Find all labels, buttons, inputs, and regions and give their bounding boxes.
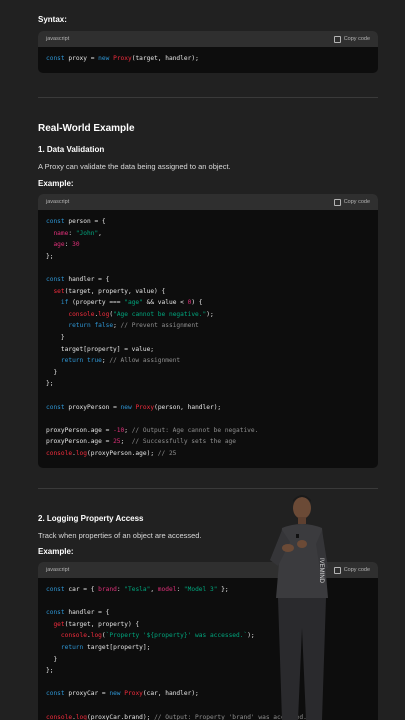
code-line: proxyPerson.age = -10; // Output: Age ca… (46, 426, 259, 434)
code-line: return false; // Prevent assignment (68, 322, 199, 330)
code-line: return true; // Allow assignment (60, 357, 181, 365)
divider (38, 97, 378, 98)
code-line: name: "John", (53, 229, 102, 237)
code-line: const proxyPerson = new Proxy(person, ha… (46, 403, 222, 411)
code-line: proxyPerson.age = 25; // Successfully se… (46, 438, 237, 446)
code-line: }; (46, 252, 54, 260)
example-label: Example: (38, 179, 74, 188)
code-line: } (46, 368, 58, 376)
copy-code-label: Copy code (343, 567, 370, 573)
code-line: age: 30 (53, 241, 80, 249)
syntax-label: Syntax: (38, 15, 67, 24)
section-title: Real-World Example (38, 123, 135, 134)
copy-icon (333, 35, 341, 43)
subsection-description: Track when properties of an object are a… (38, 531, 202, 540)
code-language: javascript (46, 199, 70, 205)
code-language: javascript (46, 36, 70, 42)
code-line: console.log("Age cannot be negative."); (68, 310, 214, 318)
copy-code-button[interactable]: Copy code (333, 35, 370, 43)
copy-icon (333, 198, 341, 206)
syntax-code-block: javascript Copy code const proxy = new P… (38, 31, 378, 73)
code-line: }; (46, 380, 54, 388)
syntax-code: const proxy = new Proxy(target, handler)… (38, 47, 378, 71)
subsection-description: A Proxy can validate the data being assi… (38, 162, 231, 171)
validation-code: const person = { name: "John", age: 30};… (38, 210, 378, 465)
copy-code-button[interactable]: Copy code (333, 198, 370, 206)
code-header: javascript Copy code (38, 194, 378, 210)
code-header: javascript Copy code (38, 31, 378, 47)
code-line: set(target, property, value) { (53, 287, 166, 295)
code-line: } (46, 333, 65, 341)
code-line: const person = { (46, 218, 106, 225)
code-line: const handler = { (46, 275, 110, 283)
subsection-title-logging: 2. Logging Property Access (38, 514, 144, 523)
copy-code-label: Copy code (343, 199, 370, 205)
code-line: target[property] = value; (46, 345, 155, 353)
code-line: const proxy = new Proxy(target, handler)… (46, 55, 199, 62)
code-line: if (property === "age" && value < 0) { (60, 299, 203, 307)
subsection-title-data-validation: 1. Data Validation (38, 145, 105, 154)
example-label: Example: (38, 547, 74, 556)
presenter-video-overlay: IVEMIND (270, 495, 328, 720)
validation-code-block: javascript Copy code const person = { na… (38, 194, 378, 468)
code-language: javascript (46, 567, 70, 573)
code-line: console.log(proxyPerson.age); // 25 (46, 449, 177, 457)
svg-text:IVEMIND: IVEMIND (318, 558, 324, 584)
copy-code-label: Copy code (343, 36, 370, 42)
